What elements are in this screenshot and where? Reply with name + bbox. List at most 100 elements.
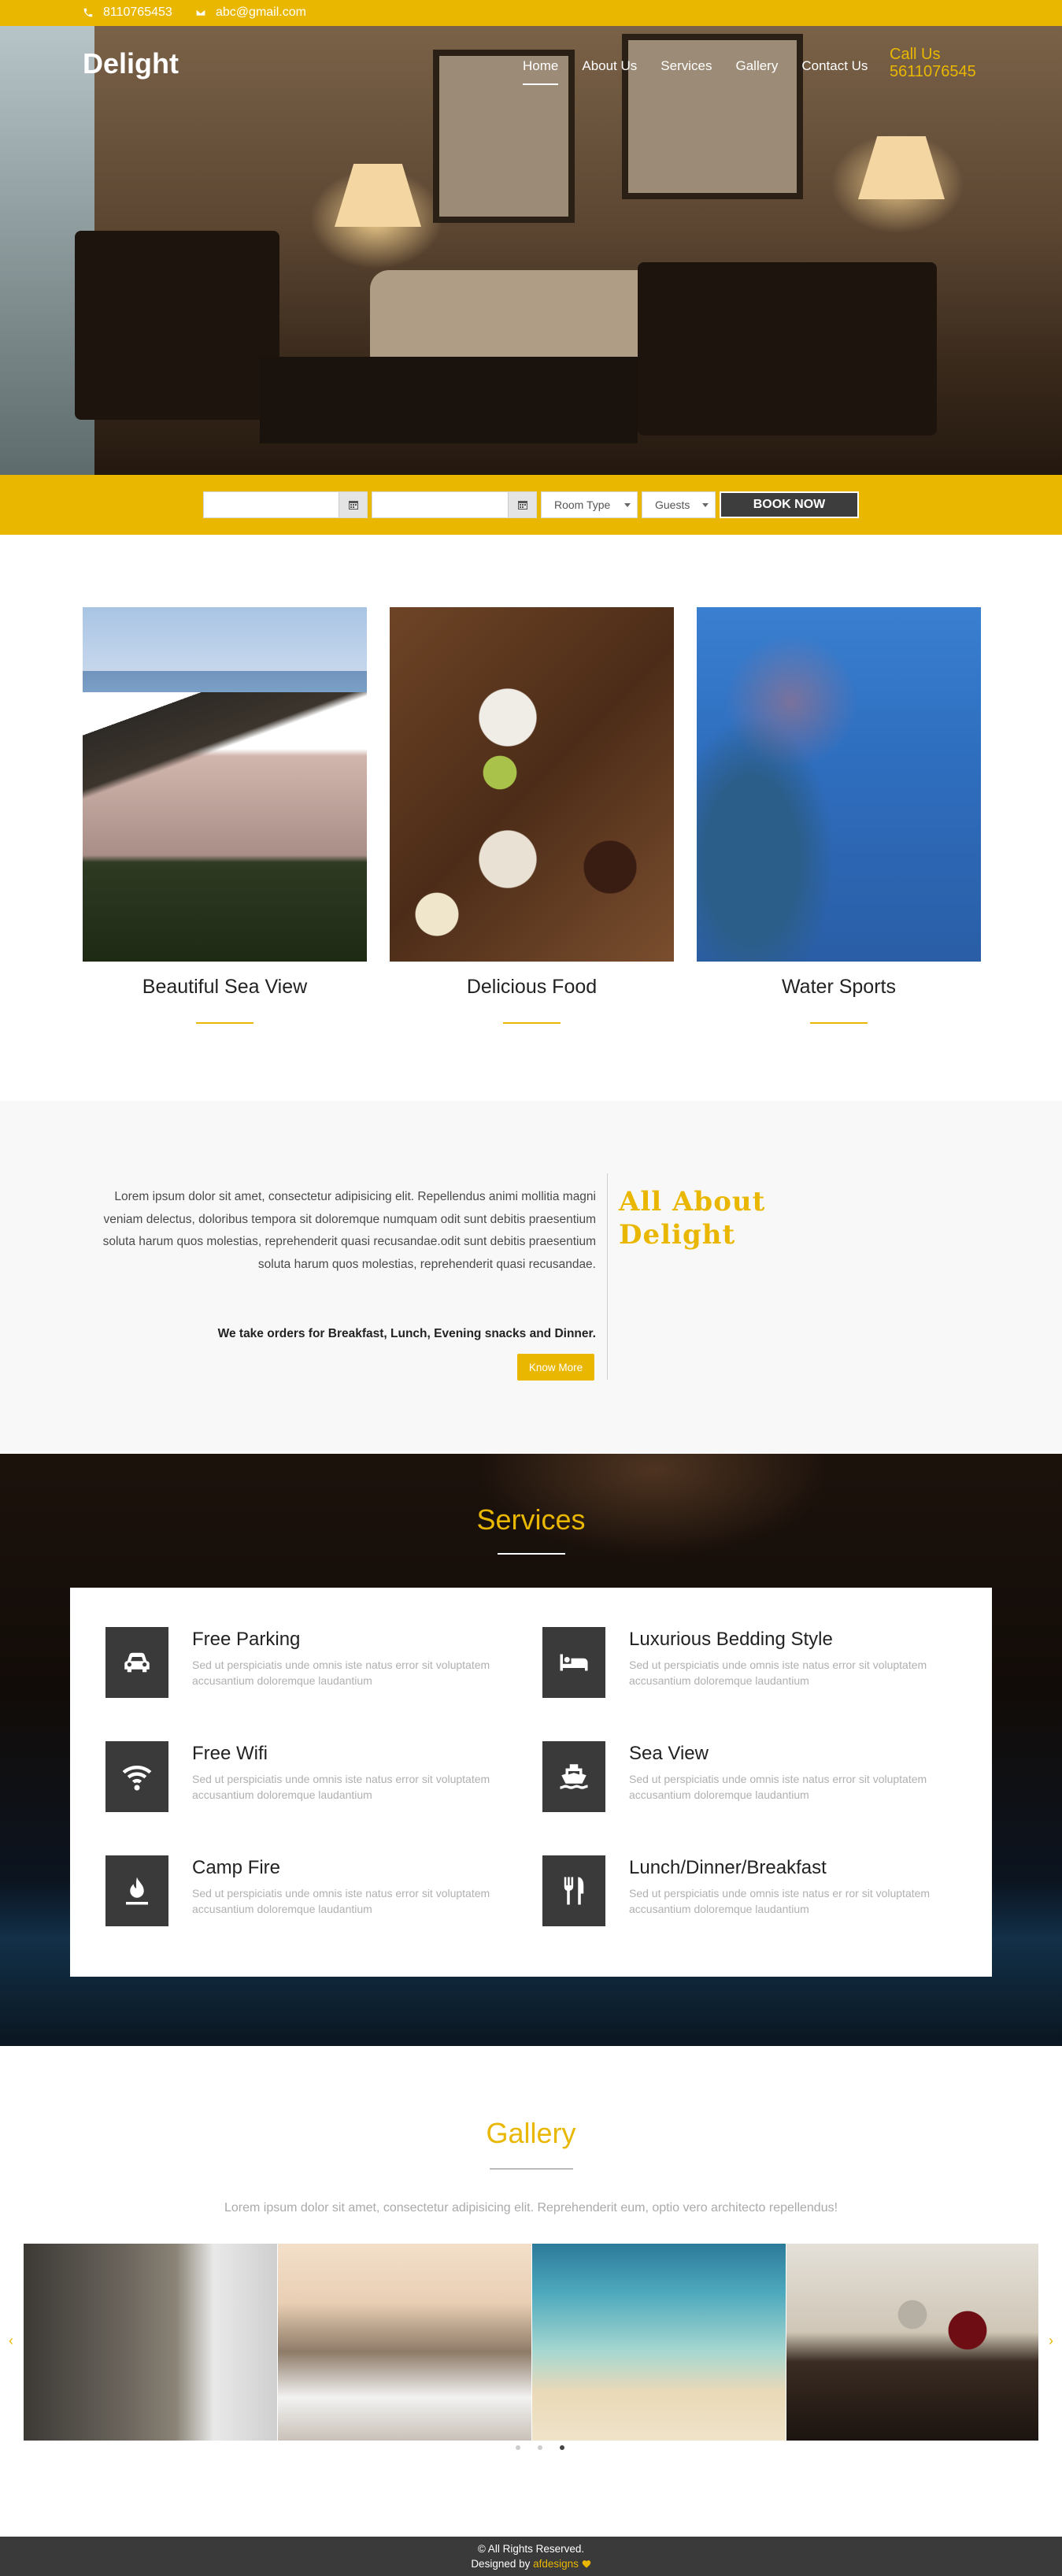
hero-banner: Delight Home About Us Services Gallery C… bbox=[0, 26, 1062, 475]
about-title-line2: Delight bbox=[619, 1219, 736, 1251]
service-item: Luxurious Bedding Style Sed ut perspicia… bbox=[542, 1627, 952, 1714]
topbar-phone[interactable]: 8110765453 bbox=[83, 6, 172, 20]
hero-lamp-right bbox=[858, 136, 945, 199]
service-title: Luxurious Bedding Style bbox=[629, 1629, 833, 1650]
services-card: Free Parking Sed ut perspiciatis unde om… bbox=[70, 1588, 992, 1977]
carousel-dots bbox=[516, 2445, 564, 2450]
call-us-number: 5611076545 bbox=[890, 63, 976, 80]
about-divider bbox=[607, 1173, 608, 1380]
gallery-image-wine[interactable] bbox=[786, 2244, 1038, 2441]
fire-icon bbox=[105, 1855, 168, 1926]
room-type-select[interactable]: Room Type bbox=[541, 491, 638, 518]
service-item: Free Parking Sed ut perspiciatis unde om… bbox=[105, 1627, 515, 1714]
feature-card: Delicious Food bbox=[390, 607, 674, 1024]
feature-underline bbox=[810, 1022, 868, 1024]
nav-about-us[interactable]: About Us bbox=[582, 58, 637, 74]
topbar-email[interactable]: abc@gmail.com bbox=[195, 6, 306, 20]
guests-select[interactable]: Guests bbox=[642, 491, 716, 518]
about-orders: We take orders for Breakfast, Lunch, Eve… bbox=[217, 1327, 596, 1340]
service-description: Sed ut perspiciatis unde omnis iste natu… bbox=[192, 1773, 490, 1801]
book-now-button[interactable]: BOOK NOW bbox=[720, 491, 859, 518]
nav-gallery[interactable]: Gallery bbox=[735, 58, 778, 74]
service-description: Sed ut perspiciatis unde omnis iste natu… bbox=[192, 1887, 490, 1915]
footer-rights: © All Rights Reserved. bbox=[477, 2543, 585, 2555]
hero-frame-left bbox=[433, 50, 575, 223]
chevron-down-icon bbox=[702, 503, 709, 507]
booking-bar: Room Type Guests BOOK NOW bbox=[0, 475, 1062, 535]
cutlery-icon bbox=[542, 1855, 605, 1926]
feature-card: Beautiful Sea View bbox=[83, 607, 367, 1024]
room-type-value: Room Type bbox=[554, 499, 611, 511]
service-description: Sed ut perspiciatis unde omnis iste natu… bbox=[192, 1659, 490, 1687]
gallery-title: Gallery bbox=[486, 2117, 576, 2149]
gallery-subtitle: Lorem ipsum dolor sit amet, consectetur … bbox=[224, 2201, 838, 2215]
gallery-underline bbox=[490, 2168, 573, 2170]
brand-logo[interactable]: Delight bbox=[83, 47, 179, 80]
footer: © All Rights Reserved. Designed by afdes… bbox=[0, 2537, 1062, 2576]
checkin-date-field[interactable] bbox=[203, 491, 368, 518]
gallery-image-hallway[interactable] bbox=[24, 2244, 277, 2441]
service-title: Sea View bbox=[629, 1743, 709, 1764]
services-section: Services Free Parking Sed ut perspiciati… bbox=[0, 1454, 1062, 2046]
wifi-icon bbox=[105, 1741, 168, 1812]
envelope-icon bbox=[195, 9, 206, 17]
ship-icon bbox=[542, 1741, 605, 1812]
services-title: Services bbox=[476, 1503, 586, 1536]
car-icon bbox=[105, 1627, 168, 1698]
service-title: Lunch/Dinner/Breakfast bbox=[629, 1857, 827, 1878]
about-section: Lorem ipsum dolor sit amet, consectetur … bbox=[0, 1101, 1062, 1454]
hero-chair-right bbox=[638, 262, 937, 436]
carousel-dot[interactable] bbox=[516, 2445, 520, 2450]
nav-services[interactable]: Services bbox=[661, 58, 712, 74]
phone-number: 8110765453 bbox=[103, 6, 172, 19]
feature-card: Water Sports bbox=[697, 607, 981, 1024]
about-paragraph: Lorem ipsum dolor sit amet, consectetur … bbox=[102, 1190, 596, 1271]
feature-image-sea bbox=[83, 607, 367, 962]
feature-caption: Water Sports bbox=[782, 976, 896, 998]
feature-caption: Beautiful Sea View bbox=[142, 976, 308, 998]
service-item: Lunch/Dinner/Breakfast Sed ut perspiciat… bbox=[542, 1855, 952, 1942]
checkout-date-field[interactable] bbox=[372, 491, 537, 518]
call-us-label: Call Us bbox=[890, 46, 941, 63]
carousel-dot-active[interactable] bbox=[560, 2445, 564, 2450]
service-item: Free Wifi Sed ut perspiciatis unde omnis… bbox=[105, 1741, 515, 1828]
services-underline bbox=[498, 1553, 565, 1555]
service-title: Free Parking bbox=[192, 1629, 301, 1650]
feature-image-water bbox=[697, 607, 981, 962]
footer-designer-link[interactable]: afdesigns bbox=[533, 2558, 579, 2570]
hero-chair-left bbox=[75, 231, 279, 420]
feature-image-food bbox=[390, 607, 674, 962]
footer-designed-prefix: Designed by bbox=[471, 2558, 534, 2570]
bed-icon bbox=[542, 1627, 605, 1698]
top-bar: 8110765453 abc@gmail.com bbox=[0, 0, 1062, 26]
service-title: Free Wifi bbox=[192, 1743, 268, 1764]
email-address: abc@gmail.com bbox=[216, 6, 306, 19]
about-title: All About Delight bbox=[619, 1185, 765, 1251]
about-title-line1: All About bbox=[619, 1186, 766, 1218]
know-more-button[interactable]: Know More bbox=[517, 1354, 594, 1381]
service-description: Sed ut perspiciatis unde omnis iste natu… bbox=[629, 1773, 927, 1801]
gallery-image-beach[interactable] bbox=[532, 2244, 786, 2441]
calendar-icon[interactable] bbox=[508, 492, 536, 517]
hero-table bbox=[260, 357, 638, 443]
feature-underline bbox=[503, 1022, 561, 1024]
gallery-image-coast[interactable] bbox=[278, 2244, 531, 2441]
hero-lamp-left bbox=[335, 164, 421, 227]
nav-contact-us[interactable]: Contact Us bbox=[801, 58, 868, 74]
main-nav: Home About Us Services Gallery Contact U… bbox=[523, 58, 891, 85]
footer-credit: Designed by afdesigns bbox=[0, 2556, 1062, 2571]
service-item: Camp Fire Sed ut perspiciatis unde omnis… bbox=[105, 1855, 515, 1942]
guests-value: Guests bbox=[655, 499, 690, 511]
heart-icon bbox=[582, 2560, 590, 2568]
service-title: Camp Fire bbox=[192, 1857, 281, 1878]
chevron-down-icon bbox=[624, 503, 631, 507]
service-item: Sea View Sed ut perspiciatis unde omnis … bbox=[542, 1741, 952, 1828]
service-description: Sed ut perspiciatis unde omnis iste natu… bbox=[629, 1887, 931, 1915]
carousel-dot[interactable] bbox=[538, 2445, 542, 2450]
call-us[interactable]: Call Us 5611076545 bbox=[890, 46, 976, 80]
chevron-right-icon[interactable]: › bbox=[1043, 2333, 1059, 2348]
calendar-icon[interactable] bbox=[339, 492, 367, 517]
phone-icon bbox=[83, 8, 93, 17]
chevron-left-icon[interactable]: ‹ bbox=[3, 2333, 19, 2348]
nav-home[interactable]: Home bbox=[523, 58, 559, 85]
